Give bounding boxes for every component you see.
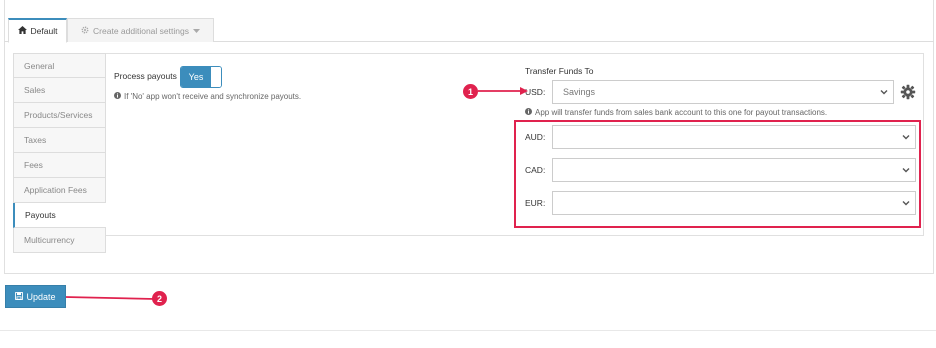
- sidebar-item-label: Multicurrency: [24, 235, 75, 245]
- annotation-badge-2: 2: [152, 291, 167, 306]
- sidebar-item-application-fees[interactable]: Application Fees: [13, 178, 106, 203]
- sidebar-item-label: Products/Services: [24, 110, 93, 120]
- transfer-hint-text: App will transfer funds from sales bank …: [535, 108, 828, 117]
- eur-select[interactable]: [552, 191, 916, 215]
- process-payouts-toggle[interactable]: Yes: [180, 66, 222, 88]
- tab-default-label: Default: [30, 26, 58, 36]
- sidebar-item-taxes[interactable]: Taxes: [13, 128, 106, 153]
- aud-select[interactable]: [552, 125, 916, 149]
- caret-down-icon: [192, 26, 200, 36]
- chevron-down-icon: [880, 90, 888, 95]
- sidebar-item-sales[interactable]: Sales: [13, 78, 106, 103]
- update-button[interactable]: Update: [5, 285, 66, 308]
- tab-default[interactable]: Default: [8, 18, 67, 43]
- chevron-down-icon: [902, 135, 910, 140]
- tab-create-additional-settings[interactable]: Create additional settings: [67, 18, 214, 42]
- update-button-label: Update: [26, 291, 56, 302]
- sidebar-item-label: General: [24, 60, 55, 71]
- process-payouts-hint-text: If 'No' app won't receive and synchroniz…: [124, 92, 302, 101]
- usd-select[interactable]: Savings: [552, 80, 894, 104]
- gear-icon[interactable]: [900, 84, 916, 100]
- info-icon: [114, 92, 121, 101]
- sidebar-item-multicurrency[interactable]: Multicurrency: [13, 228, 106, 253]
- transfer-funds-title: Transfer Funds To: [525, 66, 594, 76]
- process-payouts-label: Process payouts: [114, 71, 177, 81]
- tab-create-label: Create additional settings: [93, 25, 189, 36]
- save-icon: [15, 291, 24, 302]
- gear-icon: [81, 26, 89, 36]
- chevron-down-icon: [902, 168, 910, 173]
- usd-select-value: Savings: [563, 87, 596, 97]
- aud-label: AUD:: [525, 132, 546, 142]
- toggle-handle: [211, 67, 221, 87]
- eur-label: EUR:: [525, 198, 546, 208]
- annotation-arrow-2: [57, 293, 156, 301]
- sidebar-item-products-services[interactable]: Products/Services: [13, 103, 106, 128]
- cad-label: CAD:: [525, 165, 546, 175]
- toggle-yes: Yes: [181, 67, 211, 87]
- footer-divider: [0, 330, 936, 331]
- sidebar-item-label: Payouts: [25, 210, 56, 220]
- transfer-hint: App will transfer funds from sales bank …: [525, 108, 827, 117]
- sidebar-item-payouts[interactable]: Payouts: [13, 203, 106, 228]
- annotation-badge-1: 1: [463, 84, 478, 99]
- process-payouts-hint: If 'No' app won't receive and synchroniz…: [114, 92, 301, 101]
- home-icon: [17, 26, 27, 36]
- cad-select[interactable]: [552, 158, 916, 182]
- sidebar-item-label: Sales: [24, 85, 46, 95]
- chevron-down-icon: [902, 201, 910, 206]
- sidebar-item-label: Application Fees: [24, 185, 87, 195]
- sidebar-item-label: Fees: [24, 160, 43, 170]
- annotation-arrow-1: [478, 87, 528, 95]
- info-icon: [525, 108, 532, 117]
- sidebar-item-general[interactable]: General: [13, 53, 106, 78]
- sidebar-item-fees[interactable]: Fees: [13, 153, 106, 178]
- sidebar-item-label: Taxes: [24, 135, 47, 145]
